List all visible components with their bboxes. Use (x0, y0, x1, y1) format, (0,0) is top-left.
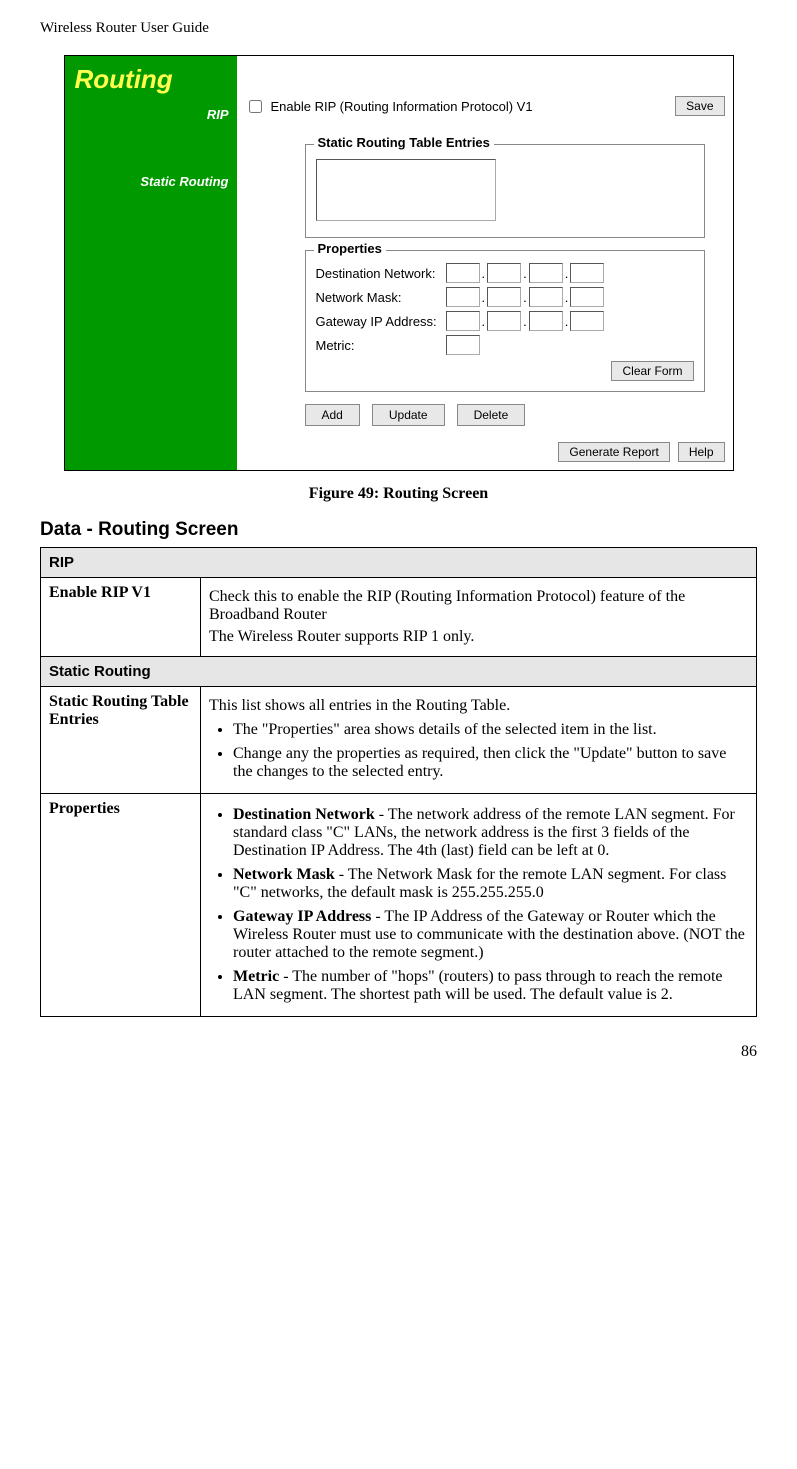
r3-b4: Metric - The number of "hops" (routers) … (233, 968, 748, 1004)
net-mask-label: Network Mask: (316, 290, 446, 305)
dest-octet-1[interactable] (446, 263, 480, 283)
row-properties-desc: Destination Network - The network addres… (201, 794, 757, 1017)
dest-octet-4[interactable] (570, 263, 604, 283)
figure-caption: Figure 49: Routing Screen (40, 485, 757, 503)
r3-b2: Network Mask - The Network Mask for the … (233, 866, 748, 902)
entries-listbox[interactable] (316, 159, 496, 221)
page-number: 86 (40, 1043, 757, 1061)
table-section-static: Static Routing (41, 657, 757, 687)
doc-header: Wireless Router User Guide (40, 20, 757, 37)
delete-button[interactable]: Delete (457, 404, 526, 426)
dest-octet-2[interactable] (487, 263, 521, 283)
r3-b4-rest: - The number of "hops" (routers) to pass… (233, 968, 723, 1003)
entries-fieldset: Static Routing Table Entries (305, 144, 705, 238)
gw-octet-1[interactable] (446, 311, 480, 331)
panel-title: Routing (75, 64, 231, 95)
save-button[interactable]: Save (675, 96, 724, 116)
row-entries-label: Static Routing Table Entries (41, 687, 201, 794)
sidebar: Routing RIP Static Routing (65, 56, 237, 470)
mask-octet-3[interactable] (529, 287, 563, 307)
row-enable-rip-label: Enable RIP V1 (41, 578, 201, 657)
r3-b1-strong: Destination Network (233, 806, 375, 823)
r2-b2: Change any the properties as required, t… (233, 745, 748, 781)
metric-label: Metric: (316, 338, 446, 353)
r3-b3-strong: Gateway IP Address (233, 908, 371, 925)
entries-fieldset-title: Static Routing Table Entries (314, 135, 494, 150)
properties-fieldset: Properties Destination Network: . . . Ne… (305, 250, 705, 392)
r1-p2: The Wireless Router supports RIP 1 only. (209, 628, 748, 646)
rip-checkbox[interactable] (249, 100, 262, 113)
row-enable-rip-desc: Check this to enable the RIP (Routing In… (201, 578, 757, 657)
properties-fieldset-title: Properties (314, 241, 386, 256)
r2-b1: The "Properties" area shows details of t… (233, 721, 748, 739)
row-entries-desc: This list shows all entries in the Routi… (201, 687, 757, 794)
help-button[interactable]: Help (678, 442, 725, 462)
dest-octet-3[interactable] (529, 263, 563, 283)
r3-b4-strong: Metric (233, 968, 279, 985)
r3-b3: Gateway IP Address - The IP Address of t… (233, 908, 748, 962)
gw-octet-2[interactable] (487, 311, 521, 331)
gw-octet-4[interactable] (570, 311, 604, 331)
mask-octet-2[interactable] (487, 287, 521, 307)
gw-octet-3[interactable] (529, 311, 563, 331)
gw-ip-label: Gateway IP Address: (316, 314, 446, 329)
clear-form-button[interactable]: Clear Form (611, 361, 693, 381)
add-button[interactable]: Add (305, 404, 360, 426)
update-button[interactable]: Update (372, 404, 445, 426)
r2-p1: This list shows all entries in the Routi… (209, 697, 748, 715)
data-routing-table: RIP Enable RIP V1 Check this to enable t… (40, 547, 757, 1017)
metric-input[interactable] (446, 335, 480, 355)
dest-network-label: Destination Network: (316, 266, 446, 281)
r3-b1: Destination Network - The network addres… (233, 806, 748, 860)
r3-b2-strong: Network Mask (233, 866, 335, 883)
generate-report-button[interactable]: Generate Report (558, 442, 669, 462)
table-section-rip: RIP (41, 548, 757, 578)
row-properties-label: Properties (41, 794, 201, 1017)
routing-screenshot: Routing RIP Static Routing Enable RIP (R… (64, 55, 734, 471)
r1-p1: Check this to enable the RIP (Routing In… (209, 588, 748, 624)
rip-checkbox-label: Enable RIP (Routing Information Protocol… (271, 99, 533, 114)
mask-octet-1[interactable] (446, 287, 480, 307)
mask-octet-4[interactable] (570, 287, 604, 307)
section-heading: Data - Routing Screen (40, 519, 757, 541)
sidebar-static-label: Static Routing (71, 174, 231, 189)
sidebar-rip-label: RIP (71, 107, 231, 122)
main-panel: Enable RIP (Routing Information Protocol… (237, 56, 733, 470)
